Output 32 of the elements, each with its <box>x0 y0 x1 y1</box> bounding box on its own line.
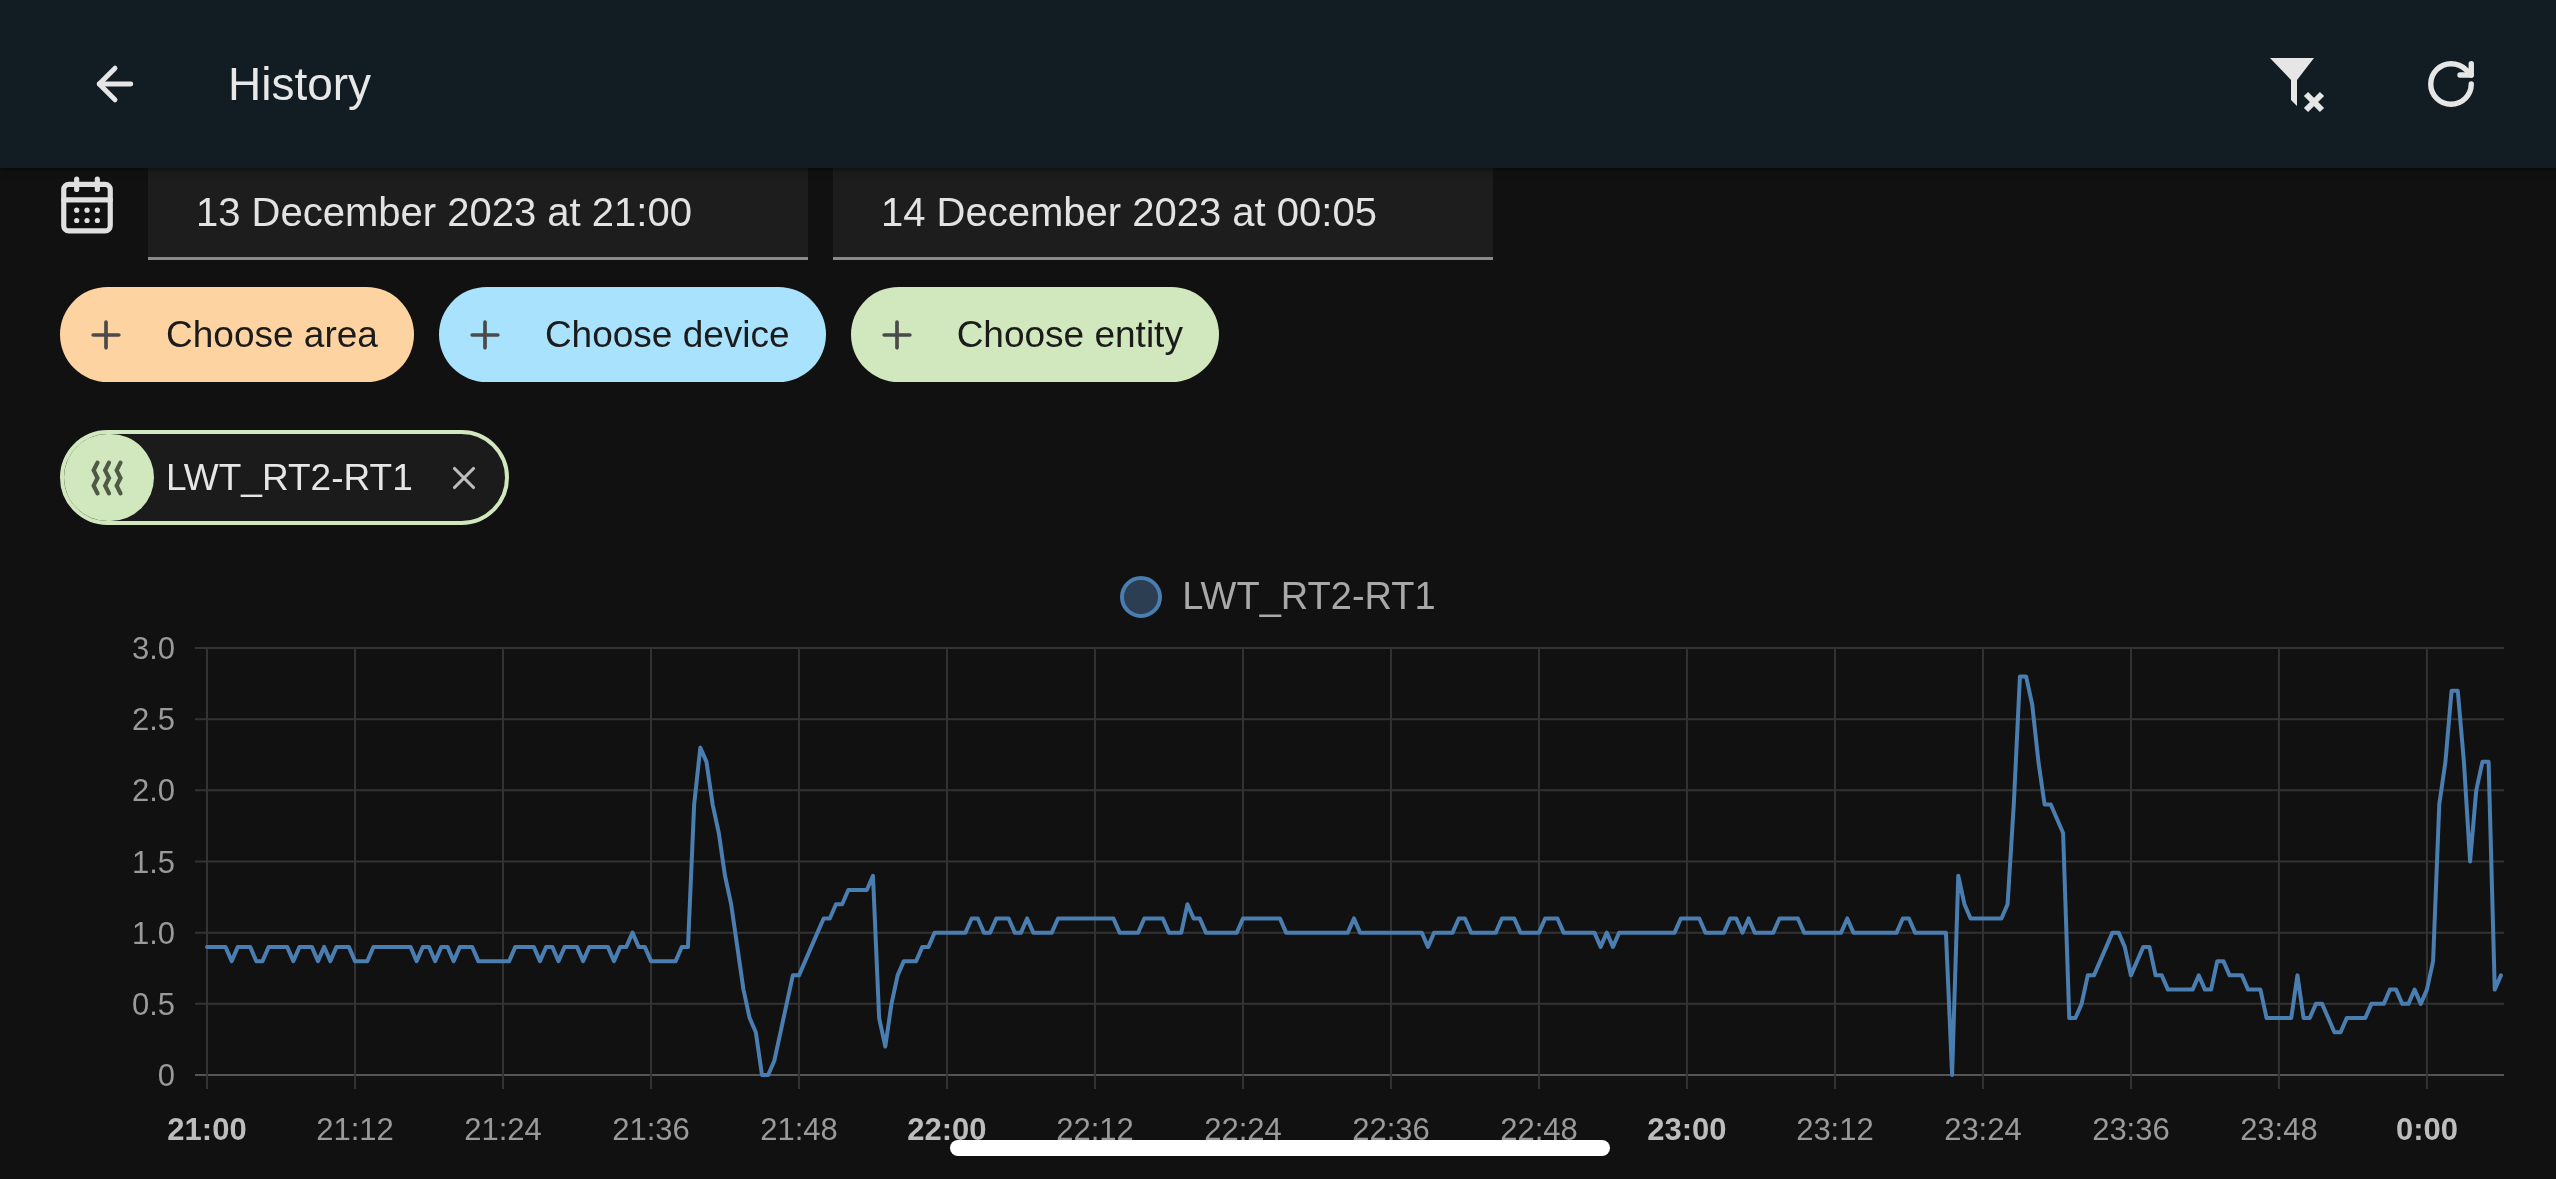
x-axis-label: 23:00 <box>1647 1112 1727 1147</box>
x-axis-label: 22:24 <box>1204 1112 1282 1147</box>
end-date-field[interactable]: 14 December 2023 at 00:05 <box>833 168 1493 260</box>
legend-dot[interactable] <box>1120 575 1163 618</box>
y-axis-label: 0 <box>157 1058 175 1093</box>
y-axis-label: 2.0 <box>131 773 175 809</box>
picker-chip[interactable]: Choose area <box>60 287 414 382</box>
entity-label: LWT_RT2-RT1 <box>166 456 413 499</box>
start-date-field[interactable]: 13 December 2023 at 21:00 <box>148 168 808 260</box>
x-axis-label: 21:36 <box>612 1112 690 1147</box>
x-axis-label: 21:24 <box>464 1112 542 1147</box>
x-axis-label: 21:12 <box>316 1112 394 1147</box>
picker-chip[interactable]: Choose entity <box>850 287 1219 382</box>
x-axis-label: 21:00 <box>167 1112 247 1147</box>
y-axis-label: 1.0 <box>131 915 175 951</box>
picker-chip[interactable]: Choose device <box>438 287 826 382</box>
y-axis-label: 0.5 <box>131 986 175 1022</box>
page-title: History <box>228 57 373 111</box>
legend-label[interactable]: LWT_RT2-RT1 <box>1182 575 1436 618</box>
x-axis-label: 22:36 <box>1352 1112 1430 1147</box>
x-axis-label: 22:12 <box>1056 1112 1134 1147</box>
x-axis-label: 0:00 <box>2395 1112 2458 1147</box>
x-axis-label: 23:12 <box>1796 1112 1874 1147</box>
x-axis-label: 23:36 <box>2092 1112 2170 1147</box>
x-axis-label: 23:24 <box>1944 1112 2022 1147</box>
x-axis-label: 23:48 <box>2240 1112 2318 1147</box>
x-axis-label: 22:48 <box>1500 1112 1578 1147</box>
y-axis-label: 1.5 <box>131 844 175 880</box>
y-axis-label: 2.5 <box>131 702 175 738</box>
x-axis-label: 21:48 <box>760 1112 838 1147</box>
y-axis-label: 3.0 <box>131 631 175 666</box>
x-axis-label: 22:00 <box>907 1112 987 1147</box>
